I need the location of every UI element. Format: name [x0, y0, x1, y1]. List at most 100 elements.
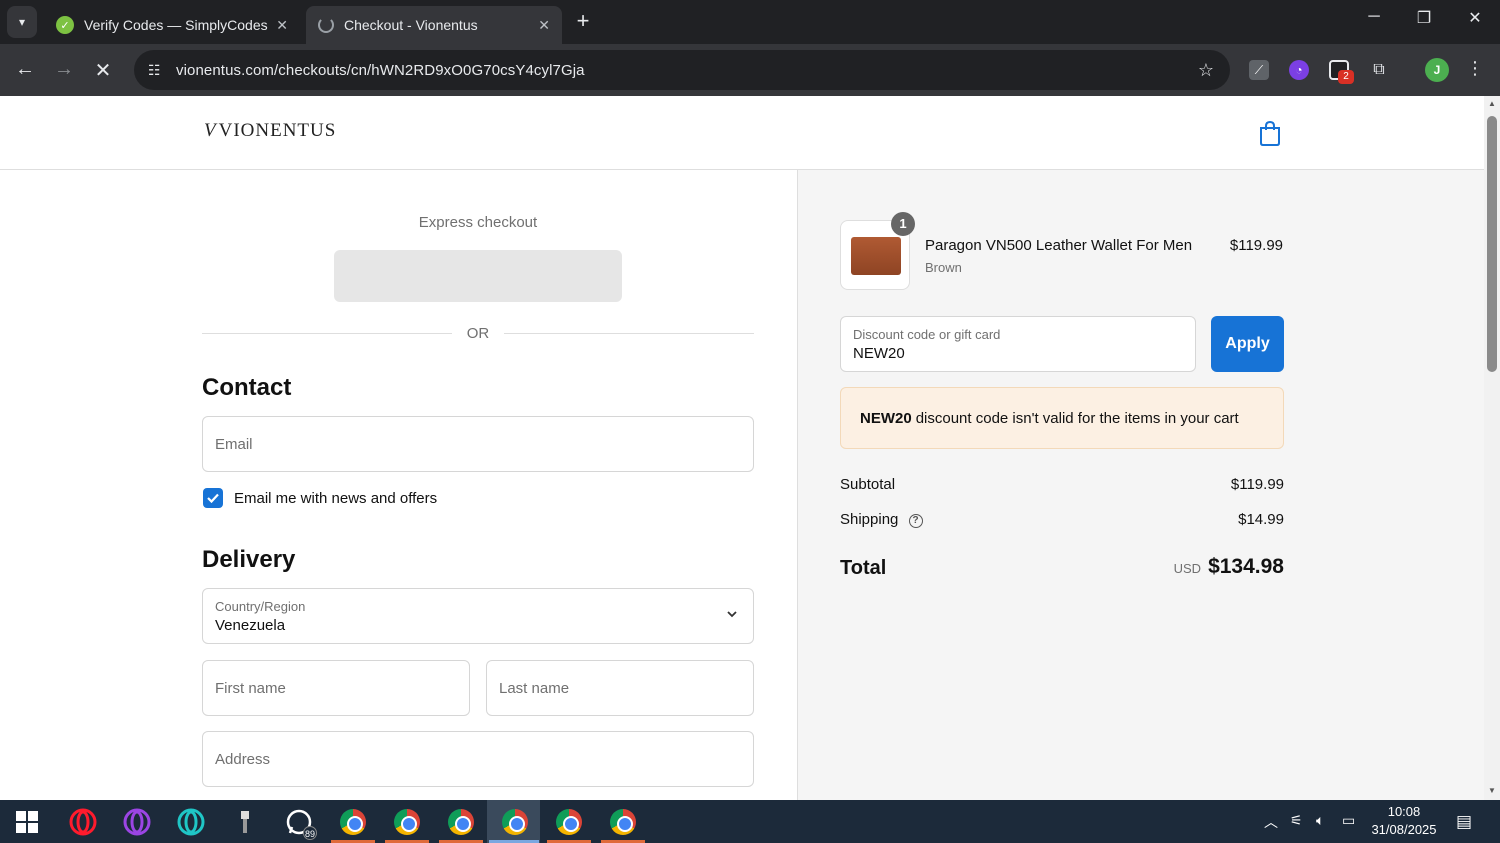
or-label: OR: [466, 325, 490, 342]
tab-simplycodes[interactable]: ✓ Verify Codes — SimplyCodes ✕: [44, 6, 300, 44]
display-icon[interactable]: ▭: [1342, 812, 1355, 829]
extensions-puzzle-icon[interactable]: ⧉: [1369, 60, 1389, 80]
product-variant: Brown: [925, 260, 962, 275]
chrome-profile-icon[interactable]: [499, 806, 531, 838]
subtotal-row: Subtotal $119.99: [840, 476, 1284, 493]
tab-checkout[interactable]: Checkout - Vionentus ✕: [306, 6, 562, 44]
tab-title: Verify Codes — SimplyCodes: [84, 17, 268, 33]
shopping-bag-icon[interactable]: [1258, 120, 1282, 146]
first-name-placeholder: First name: [215, 680, 286, 697]
vionentus-logo[interactable]: V VIONENTUS: [204, 120, 336, 142]
clock-date: 31/08/2025: [1371, 822, 1437, 837]
system-clock[interactable]: 10:08 31/08/2025: [1368, 803, 1440, 839]
tray-overflow-chevron-icon[interactable]: ︿: [1264, 812, 1278, 832]
contact-heading: Contact: [202, 374, 292, 401]
opera-gx-icon[interactable]: [121, 806, 153, 838]
minimize-button[interactable]: ─: [1359, 8, 1389, 26]
product-name: Paragon VN500 Leather Wallet For Men: [925, 237, 1193, 254]
volume-icon[interactable]: 🔈︎: [1316, 812, 1324, 829]
last-name-field[interactable]: Last name: [486, 660, 754, 716]
address-placeholder: Address: [215, 751, 271, 768]
express-checkout-button[interactable]: [334, 250, 622, 302]
chevron-down-icon: ▾: [18, 15, 26, 29]
shipping-row: Shipping ? $14.99: [840, 511, 1284, 528]
discount-value: NEW20: [853, 345, 905, 362]
close-window-button[interactable]: ✕: [1460, 8, 1490, 28]
newsletter-checkbox[interactable]: [203, 488, 223, 508]
quantity-badge: 1: [891, 212, 915, 236]
bookmark-star-icon[interactable]: ☆: [1198, 60, 1214, 81]
total-label: Total: [840, 557, 887, 579]
error-text: discount code isn't valid for the items …: [915, 409, 1239, 427]
tab-strip: ▾ ✓ Verify Codes — SimplyCodes ✕ Checkou…: [0, 0, 1500, 44]
extension-icon[interactable]: ◔: [1289, 60, 1309, 80]
delivery-heading: Delivery: [202, 546, 296, 573]
wallet-image: [851, 237, 901, 275]
country-select[interactable]: Country/Region Venezuela: [202, 588, 754, 644]
scrollbar-thumb[interactable]: [1487, 116, 1497, 372]
whatsapp-icon[interactable]: 89: [283, 806, 317, 840]
close-icon[interactable]: ✕: [276, 17, 288, 34]
back-button[interactable]: ←: [12, 58, 38, 81]
opera-air-icon[interactable]: [175, 806, 207, 838]
forward-button[interactable]: →: [51, 58, 77, 81]
checkout-form: Express checkout OR Contact Email Email …: [0, 170, 797, 800]
scroll-up-arrow-icon[interactable]: ▲: [1487, 99, 1497, 108]
discount-label: Discount code or gift card: [853, 327, 1001, 342]
tab-search-button[interactable]: ▾: [7, 6, 37, 38]
email-placeholder: Email: [215, 436, 253, 453]
browser-menu-icon[interactable]: ⋮: [1465, 58, 1485, 79]
total-currency: USD: [1173, 561, 1202, 576]
tab-title: Checkout - Vionentus: [344, 17, 478, 33]
close-icon[interactable]: ✕: [538, 17, 550, 34]
stop-loading-button[interactable]: ✕: [90, 58, 116, 83]
shipping-value: $14.99: [1238, 511, 1284, 528]
discount-code-input[interactable]: Discount code or gift card NEW20: [840, 316, 1196, 372]
chrome-profile-icon[interactable]: [391, 806, 423, 838]
apply-discount-button[interactable]: Apply: [1211, 316, 1284, 372]
chrome-profile-icon[interactable]: [337, 806, 369, 838]
checkmark-icon: [207, 493, 219, 504]
express-checkout-label: Express checkout: [418, 214, 538, 231]
help-icon[interactable]: ?: [908, 514, 923, 528]
scroll-down-arrow-icon[interactable]: ▼: [1487, 786, 1497, 795]
discount-error-message: NEW20 discount code isn't valid for the …: [840, 387, 1284, 449]
chrome-profile-icon[interactable]: [607, 806, 639, 838]
chrome-profile-icon[interactable]: [445, 806, 477, 838]
checkout-page: V VIONENTUS Express checkout OR Contact E…: [0, 96, 1484, 800]
extension-icon[interactable]: ⟋: [1249, 60, 1269, 80]
url-text[interactable]: vionentus.com/checkouts/cn/hWN2RD9xO0G70…: [176, 62, 585, 79]
shipping-label: Shipping: [840, 511, 899, 528]
profile-avatar[interactable]: J: [1425, 58, 1449, 82]
site-info-icon[interactable]: ☷: [148, 62, 172, 79]
browser-toolbar: ← → ✕ ☷ vionentus.com/checkouts/cn/hWN2R…: [0, 44, 1500, 96]
address-field[interactable]: Address: [202, 731, 754, 787]
windows-start-icon[interactable]: [11, 806, 43, 838]
email-field[interactable]: Email: [202, 416, 754, 472]
newsletter-option[interactable]: Email me with news and offers: [203, 488, 437, 508]
flashlight-app-icon[interactable]: [229, 806, 261, 838]
country-label: Country/Region: [215, 599, 306, 614]
restore-button[interactable]: ❐: [1409, 8, 1439, 28]
new-tab-button[interactable]: +: [570, 8, 596, 34]
order-summary: 1 Paragon VN500 Leather Wallet For Men B…: [797, 170, 1484, 800]
clock-time: 10:08: [1387, 804, 1421, 819]
simplycodes-favicon-icon: ✓: [56, 16, 74, 34]
chrome-profile-icon[interactable]: [553, 806, 585, 838]
network-icon[interactable]: ⚟: [1290, 812, 1303, 829]
product-price: $119.99: [1229, 237, 1283, 254]
error-code: NEW20: [860, 409, 912, 427]
address-bar[interactable]: ☷ vionentus.com/checkouts/cn/hWN2RD9xO0G…: [134, 50, 1230, 90]
total-value: $134.98: [1208, 555, 1284, 578]
newsletter-label: Email me with news and offers: [234, 489, 438, 507]
loading-favicon-icon: [318, 17, 334, 33]
whatsapp-unread-badge: 89: [303, 826, 317, 840]
extension-badge: 2: [1338, 70, 1354, 84]
opera-icon[interactable]: [67, 806, 99, 838]
first-name-field[interactable]: First name: [202, 660, 470, 716]
page-scrollbar[interactable]: ▲ ▼: [1484, 96, 1500, 800]
total-row: Total USD $134.98: [840, 555, 1284, 580]
country-value: Venezuela: [215, 617, 286, 634]
notifications-icon[interactable]: ▤: [1456, 812, 1472, 832]
last-name-placeholder: Last name: [499, 680, 570, 697]
